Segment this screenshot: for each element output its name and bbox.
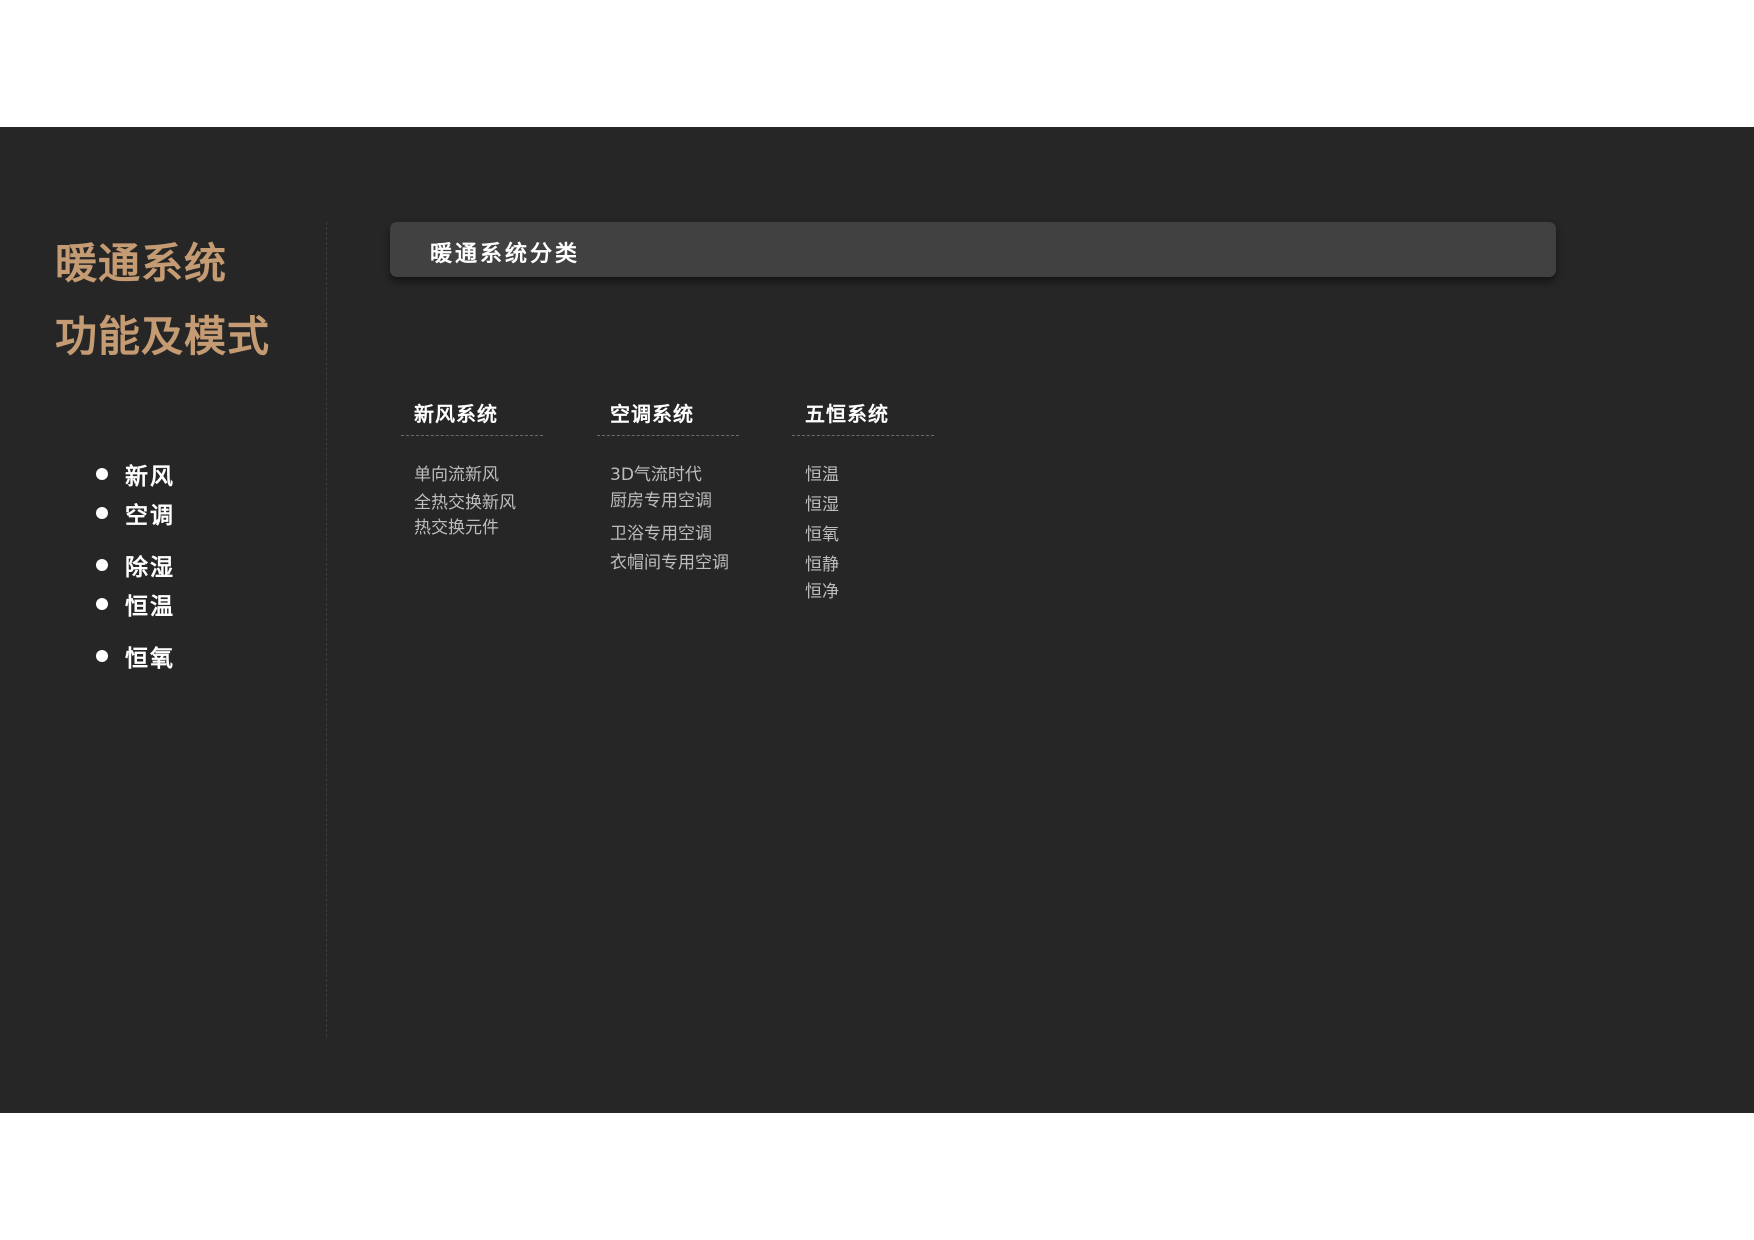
category-items: 恒温 恒湿 恒氧 恒静 恒净	[792, 436, 934, 636]
category-items: 3D气流时代 厨房专用空调 卫浴专用空调 衣帽间专用空调	[597, 436, 739, 636]
category-item: 厨房专用空调	[610, 491, 712, 511]
bullet-dot-icon	[96, 650, 108, 662]
feature-label: 新风	[125, 464, 175, 490]
category-item: 恒湿	[805, 495, 839, 515]
category-item: 恒温	[805, 465, 839, 485]
page: 暖通系统 功能及模式 新风 空调 除湿 恒温 恒氧 暖通系统分类 新风系统 单向…	[0, 0, 1754, 1240]
feature-item: 恒氧	[96, 639, 175, 673]
category-heading: 新风系统	[401, 398, 543, 436]
category-item: 热交换元件	[414, 518, 499, 538]
slide-panel: 暖通系统 功能及模式 新风 空调 除湿 恒温 恒氧 暖通系统分类 新风系统 单向…	[0, 127, 1754, 1113]
category-item: 单向流新风	[414, 465, 499, 485]
bullet-dot-icon	[96, 598, 108, 610]
category-column-air-conditioning: 空调系统 3D气流时代 厨房专用空调 卫浴专用空调 衣帽间专用空调	[597, 398, 739, 636]
category-item: 恒静	[805, 555, 839, 575]
category-heading: 五恒系统	[792, 398, 934, 436]
category-item: 3D气流时代	[610, 465, 702, 485]
category-column-five-constant: 五恒系统 恒温 恒湿 恒氧 恒静 恒净	[792, 398, 934, 636]
feature-label: 空调	[125, 503, 175, 529]
bullet-dot-icon	[96, 559, 108, 571]
feature-label: 恒氧	[125, 646, 175, 672]
feature-item: 恒温	[96, 587, 175, 621]
section-header-bar: 暖通系统分类	[390, 222, 1556, 277]
category-item: 恒净	[805, 582, 839, 602]
category-heading: 空调系统	[597, 398, 739, 436]
section-header-title: 暖通系统分类	[430, 242, 581, 267]
category-item: 全热交换新风	[414, 493, 516, 513]
slide-title: 暖通系统 功能及模式	[55, 227, 270, 373]
title-line-1: 暖通系统	[55, 239, 228, 288]
title-line-2: 功能及模式	[55, 312, 271, 361]
bullet-dot-icon	[96, 507, 108, 519]
feature-label: 除湿	[125, 555, 175, 581]
bullet-dot-icon	[96, 468, 108, 480]
category-items: 单向流新风 全热交换新风 热交换元件	[401, 436, 543, 636]
category-item: 衣帽间专用空调	[610, 553, 729, 573]
feature-item: 除湿	[96, 548, 175, 582]
category-item: 恒氧	[805, 525, 839, 545]
vertical-divider	[326, 222, 327, 1037]
feature-label: 恒温	[125, 594, 175, 620]
category-item: 卫浴专用空调	[610, 524, 712, 544]
feature-item: 空调	[96, 496, 175, 530]
category-column-fresh-air: 新风系统 单向流新风 全热交换新风 热交换元件	[401, 398, 543, 636]
feature-item: 新风	[96, 457, 175, 491]
